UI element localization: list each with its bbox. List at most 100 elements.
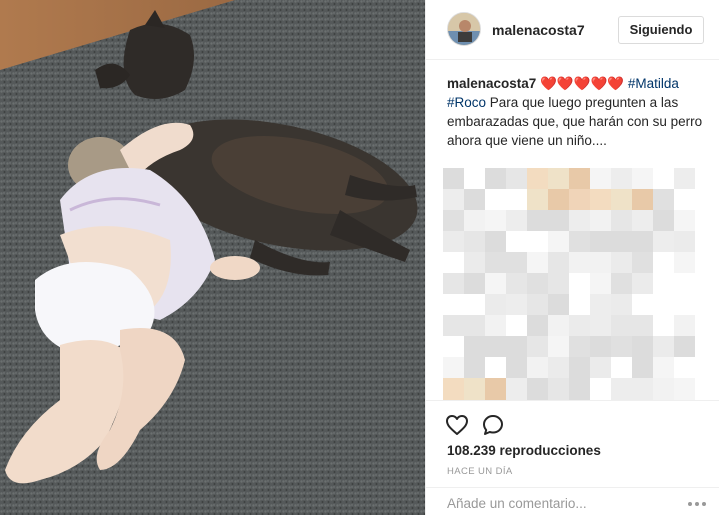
- blur-cell: [485, 294, 506, 316]
- post-media-video[interactable]: [0, 0, 425, 515]
- hashtag-roco[interactable]: #Roco: [447, 95, 486, 110]
- blur-cell: [632, 273, 653, 295]
- blur-cell: [527, 231, 548, 253]
- blur-cell: [485, 252, 506, 274]
- blur-cell: [443, 252, 464, 274]
- blur-cell: [506, 294, 527, 316]
- blur-cell: [443, 294, 464, 316]
- blur-cell: [611, 168, 632, 190]
- blur-cell: [569, 231, 590, 253]
- speech-bubble-icon[interactable]: [481, 413, 507, 439]
- blur-cell: [674, 315, 695, 337]
- blur-cell: [611, 336, 632, 358]
- blur-cell: [569, 336, 590, 358]
- blur-cell: [653, 378, 674, 400]
- blur-cell: [674, 357, 695, 379]
- blur-cell: [590, 273, 611, 295]
- post-caption: malenacosta7 ❤️❤️❤️❤️❤️ #Matilda #Roco P…: [447, 74, 709, 150]
- blur-cell: [653, 294, 674, 316]
- blur-cell: [590, 336, 611, 358]
- blur-cell: [548, 231, 569, 253]
- blur-cell: [590, 315, 611, 337]
- blur-cell: [464, 189, 485, 211]
- blur-cell: [632, 168, 653, 190]
- blur-cell: [653, 273, 674, 295]
- blur-cell: [611, 252, 632, 274]
- avatar[interactable]: [447, 12, 481, 46]
- ellipsis-icon[interactable]: [688, 502, 708, 508]
- blur-cell: [611, 294, 632, 316]
- blur-cell: [569, 294, 590, 316]
- blur-cell: [527, 357, 548, 379]
- blur-cell: [527, 294, 548, 316]
- blur-cell: [632, 294, 653, 316]
- blur-cell: [464, 273, 485, 295]
- blur-cell: [527, 252, 548, 274]
- post-actions: 108.239 reproducciones HACE UN DÍA: [426, 400, 719, 515]
- blur-cell: [527, 315, 548, 337]
- blur-cell: [569, 168, 590, 190]
- blur-cell: [674, 294, 695, 316]
- heart-outline-icon[interactable]: [445, 413, 471, 439]
- blur-cell: [506, 231, 527, 253]
- blur-cell: [548, 210, 569, 232]
- blur-cell: [611, 357, 632, 379]
- blur-cell: [653, 231, 674, 253]
- blur-cell: [485, 231, 506, 253]
- blur-cell: [632, 189, 653, 211]
- blur-cell: [674, 378, 695, 400]
- blur-cell: [653, 168, 674, 190]
- blur-cell: [464, 315, 485, 337]
- blur-cell: [443, 210, 464, 232]
- blur-cell: [485, 189, 506, 211]
- comment-bar: [426, 487, 719, 515]
- blur-cell: [443, 357, 464, 379]
- blur-cell: [506, 210, 527, 232]
- blur-cell: [548, 168, 569, 190]
- blur-cell: [443, 378, 464, 400]
- view-count[interactable]: 108.239 reproducciones: [447, 443, 601, 458]
- blur-cell: [632, 231, 653, 253]
- blur-cell: [632, 378, 653, 400]
- blur-cell: [443, 336, 464, 358]
- post-timestamp[interactable]: HACE UN DÍA: [447, 466, 513, 477]
- blur-cell: [464, 357, 485, 379]
- blur-cell: [506, 273, 527, 295]
- blur-cell: [506, 378, 527, 400]
- blur-cell: [590, 378, 611, 400]
- blur-cell: [590, 231, 611, 253]
- blur-cell: [548, 273, 569, 295]
- blur-cell: [443, 189, 464, 211]
- post-side-panel: malenacosta7 Siguiendo malenacosta7 ❤️❤️…: [425, 0, 719, 515]
- blur-cell: [485, 336, 506, 358]
- blur-cell: [590, 168, 611, 190]
- blur-cell: [569, 189, 590, 211]
- blur-cell: [506, 189, 527, 211]
- caption-username[interactable]: malenacosta7: [447, 76, 536, 91]
- blur-cell: [674, 210, 695, 232]
- blur-cell: [590, 252, 611, 274]
- hashtag-matilda[interactable]: #Matilda: [628, 76, 679, 91]
- blur-cell: [548, 336, 569, 358]
- blur-cell: [653, 357, 674, 379]
- blur-cell: [632, 315, 653, 337]
- blur-cell: [443, 273, 464, 295]
- blur-cell: [464, 231, 485, 253]
- blur-cell: [527, 378, 548, 400]
- blur-cell: [653, 336, 674, 358]
- header-username[interactable]: malenacosta7: [492, 22, 585, 38]
- blur-cell: [674, 336, 695, 358]
- blur-cell: [548, 315, 569, 337]
- blur-cell: [674, 252, 695, 274]
- blur-cell: [527, 210, 548, 232]
- comment-input[interactable]: [447, 496, 667, 511]
- following-button[interactable]: Siguiendo: [618, 16, 704, 44]
- blur-cell: [485, 378, 506, 400]
- blur-cell: [611, 231, 632, 253]
- blur-cell: [548, 189, 569, 211]
- blur-cell: [569, 357, 590, 379]
- blur-cell: [611, 315, 632, 337]
- blur-cell: [464, 336, 485, 358]
- blur-cell: [443, 231, 464, 253]
- blur-cell: [506, 252, 527, 274]
